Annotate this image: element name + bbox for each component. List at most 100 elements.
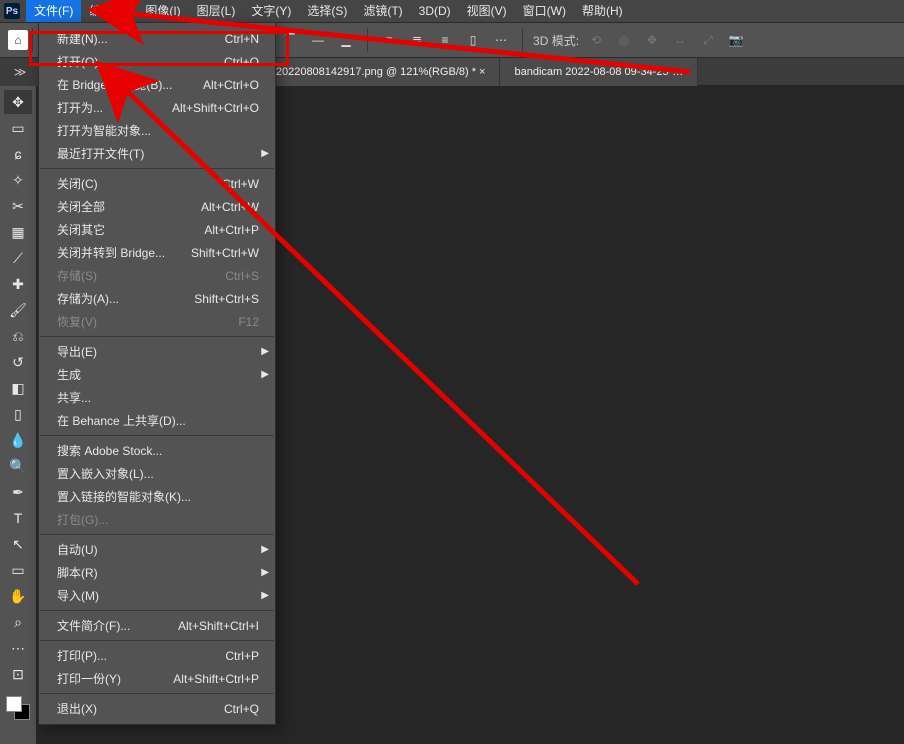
menu-item: 打包(G)... <box>39 508 275 531</box>
menu-item[interactable]: 打印(P)...Ctrl+P <box>39 644 275 667</box>
gradient-tool[interactable]: ▯ <box>4 402 32 426</box>
menubar-item-view[interactable]: 视图(V) <box>459 0 515 22</box>
menu-item[interactable]: 置入链接的智能对象(K)... <box>39 485 275 508</box>
menu-item[interactable]: 导出(E)▶ <box>39 340 275 363</box>
menubar-item-file[interactable]: 文件(F) <box>26 0 81 22</box>
clone-stamp-tool[interactable]: ⎌ <box>4 324 32 348</box>
menu-item[interactable]: 打印一份(Y)Alt+Shift+Ctrl+P <box>39 667 275 690</box>
menu-item[interactable]: 自动(U)▶ <box>39 538 275 561</box>
3d-mode-group: 3D 模式: ⟲ ◎ ✥ ↔ ⤢ 📷 <box>527 29 753 51</box>
rectangle-tool[interactable]: ▭ <box>4 558 32 582</box>
distribute-vcenter-icon[interactable]: ≣ <box>406 29 428 51</box>
foreground-color-swatch[interactable] <box>6 696 22 712</box>
3d-scale-icon[interactable]: ⤢ <box>697 29 719 51</box>
align-top-icon[interactable]: ▔ <box>279 29 301 51</box>
pen-tool[interactable]: ✒ <box>4 480 32 504</box>
menu-item[interactable]: 打开为智能对象... <box>39 119 275 142</box>
subrow-collapse[interactable]: ≫ <box>0 58 40 86</box>
menu-item[interactable]: 打开(O)...Ctrl+O <box>39 50 275 73</box>
menu-item[interactable]: 共享... <box>39 386 275 409</box>
blur-tool[interactable]: 💧 <box>4 428 32 452</box>
menu-item-label: 打开为智能对象... <box>57 122 151 139</box>
menu-item[interactable]: 新建(N)...Ctrl+N <box>39 27 275 50</box>
chevron-right-icon: ▶ <box>261 590 269 601</box>
menu-item[interactable]: 关闭并转到 Bridge...Shift+Ctrl+W <box>39 241 275 264</box>
file-menu-dropdown: 新建(N)...Ctrl+N打开(O)...Ctrl+O在 Bridge 中浏览… <box>38 22 276 725</box>
align-middle-icon[interactable]: — <box>307 29 329 51</box>
menu-item[interactable]: 脚本(R)▶ <box>39 561 275 584</box>
menu-item[interactable]: 最近打开文件(T)▶ <box>39 142 275 165</box>
menu-item[interactable]: 关闭(C)Ctrl+W <box>39 172 275 195</box>
menubar-item-image[interactable]: 图像(I) <box>137 0 188 22</box>
more-tools[interactable]: ⋯ <box>4 636 32 660</box>
path-selection-tool[interactable]: ↖ <box>4 532 32 556</box>
menu-item-shortcut: Alt+Ctrl+W <box>201 200 259 214</box>
menu-item[interactable]: 导入(M) ▶ <box>39 584 275 607</box>
frame-tool[interactable]: ▦ <box>4 220 32 244</box>
3d-slide-icon[interactable]: ↔ <box>669 29 691 51</box>
distribute-top-icon[interactable]: ≡ <box>378 29 400 51</box>
eyedropper-tool[interactable]: ⟋ <box>4 246 32 270</box>
options-more-icon[interactable]: ⋯ <box>490 29 512 51</box>
menubar-item-select[interactable]: 选择(S) <box>299 0 355 22</box>
menu-item[interactable]: 关闭其它Alt+Ctrl+P <box>39 218 275 241</box>
dodge-tool[interactable]: 🔍 <box>4 454 32 478</box>
crop-tool[interactable]: ✂ <box>4 194 32 218</box>
menu-item[interactable]: 在 Behance 上共享(D)... <box>39 409 275 432</box>
menubar-item-type[interactable]: 文字(Y) <box>243 0 299 22</box>
move-tool[interactable]: ✥ <box>4 90 32 114</box>
menu-item-shortcut: Alt+Shift+Ctrl+O <box>172 101 259 115</box>
eraser-tool[interactable]: ◧ <box>4 376 32 400</box>
healing-brush-tool[interactable]: ✚ <box>4 272 32 296</box>
menu-item[interactable]: 关闭全部Alt+Ctrl+W <box>39 195 275 218</box>
zoom-tool[interactable]: ⌕ <box>4 610 32 634</box>
distribute-more-icon[interactable]: ▯ <box>462 29 484 51</box>
distribute-group: ≡ ≣ ≡ ▯ ⋯ <box>372 29 518 51</box>
lasso-tool[interactable]: ɕ <box>4 142 32 166</box>
chevron-right-icon: ▶ <box>261 148 269 159</box>
menu-item-label: 导入(M) <box>57 587 99 604</box>
menu-item-label: 新建(N)... <box>57 30 108 47</box>
menubar-item-help[interactable]: 帮助(H) <box>574 0 631 22</box>
3d-camera-icon[interactable]: 📷 <box>725 29 747 51</box>
chevron-right-icon: ▶ <box>261 369 269 380</box>
align-bottom-icon[interactable]: ▁ <box>335 29 357 51</box>
menu-item[interactable]: 置入嵌入对象(L)... <box>39 462 275 485</box>
hand-tool[interactable]: ✋ <box>4 584 32 608</box>
menu-item-shortcut: F12 <box>238 315 259 329</box>
menu-item[interactable]: 文件简介(F)...Alt+Shift+Ctrl+I <box>39 614 275 637</box>
chevron-right-icon: ▶ <box>261 567 269 578</box>
menu-item[interactable]: 搜索 Adobe Stock... <box>39 439 275 462</box>
3d-roll-icon[interactable]: ◎ <box>613 29 635 51</box>
color-swatch[interactable] <box>6 696 30 720</box>
menubar-item-layer[interactable]: 图层(L) <box>189 0 244 22</box>
3d-pan-icon[interactable]: ✥ <box>641 29 663 51</box>
3d-orbit-icon[interactable]: ⟲ <box>585 29 607 51</box>
home-icon[interactable]: ⌂ <box>8 30 28 50</box>
history-brush-tool[interactable]: ↺ <box>4 350 32 374</box>
menu-item-label: 恢复(V) <box>57 313 97 330</box>
brush-tool[interactable]: 🖌 <box>4 298 32 322</box>
menu-separator <box>40 693 274 694</box>
edit-toolbar[interactable]: ⊡ <box>4 662 32 686</box>
menu-item-shortcut: Ctrl+W <box>222 177 259 191</box>
menubar-item-3d[interactable]: 3D(D) <box>411 0 459 22</box>
menu-item-shortcut: Alt+Shift+Ctrl+P <box>173 672 259 686</box>
menu-item: 恢复(V) F12 <box>39 310 275 333</box>
menu-item[interactable]: 退出(X)Ctrl+Q <box>39 697 275 720</box>
menu-item-shortcut: Ctrl+Q <box>224 702 259 716</box>
menubar-item-window[interactable]: 窗口(W) <box>515 0 574 22</box>
marquee-tool[interactable]: ▭ <box>4 116 32 140</box>
menu-item[interactable]: 存储为(A)...Shift+Ctrl+S <box>39 287 275 310</box>
menu-item[interactable]: 在 Bridge 中浏览(B)...Alt+Ctrl+O <box>39 73 275 96</box>
document-tab[interactable]: bandicam 2022-08-08 09-34-25-… <box>500 58 698 86</box>
menu-item-label: 导出(E) <box>57 343 97 360</box>
magic-wand-tool[interactable]: ✧ <box>4 168 32 192</box>
menu-item[interactable]: 生成▶ <box>39 363 275 386</box>
menubar-item-filter[interactable]: 滤镜(T) <box>355 0 410 22</box>
menu-item[interactable]: 打开为...Alt+Shift+Ctrl+O <box>39 96 275 119</box>
distribute-bottom-icon[interactable]: ≡ <box>434 29 456 51</box>
3d-mode-label: 3D 模式: <box>533 32 579 49</box>
type-tool[interactable]: T <box>4 506 32 530</box>
menubar-item-edit[interactable]: 编辑(E) <box>81 0 137 22</box>
